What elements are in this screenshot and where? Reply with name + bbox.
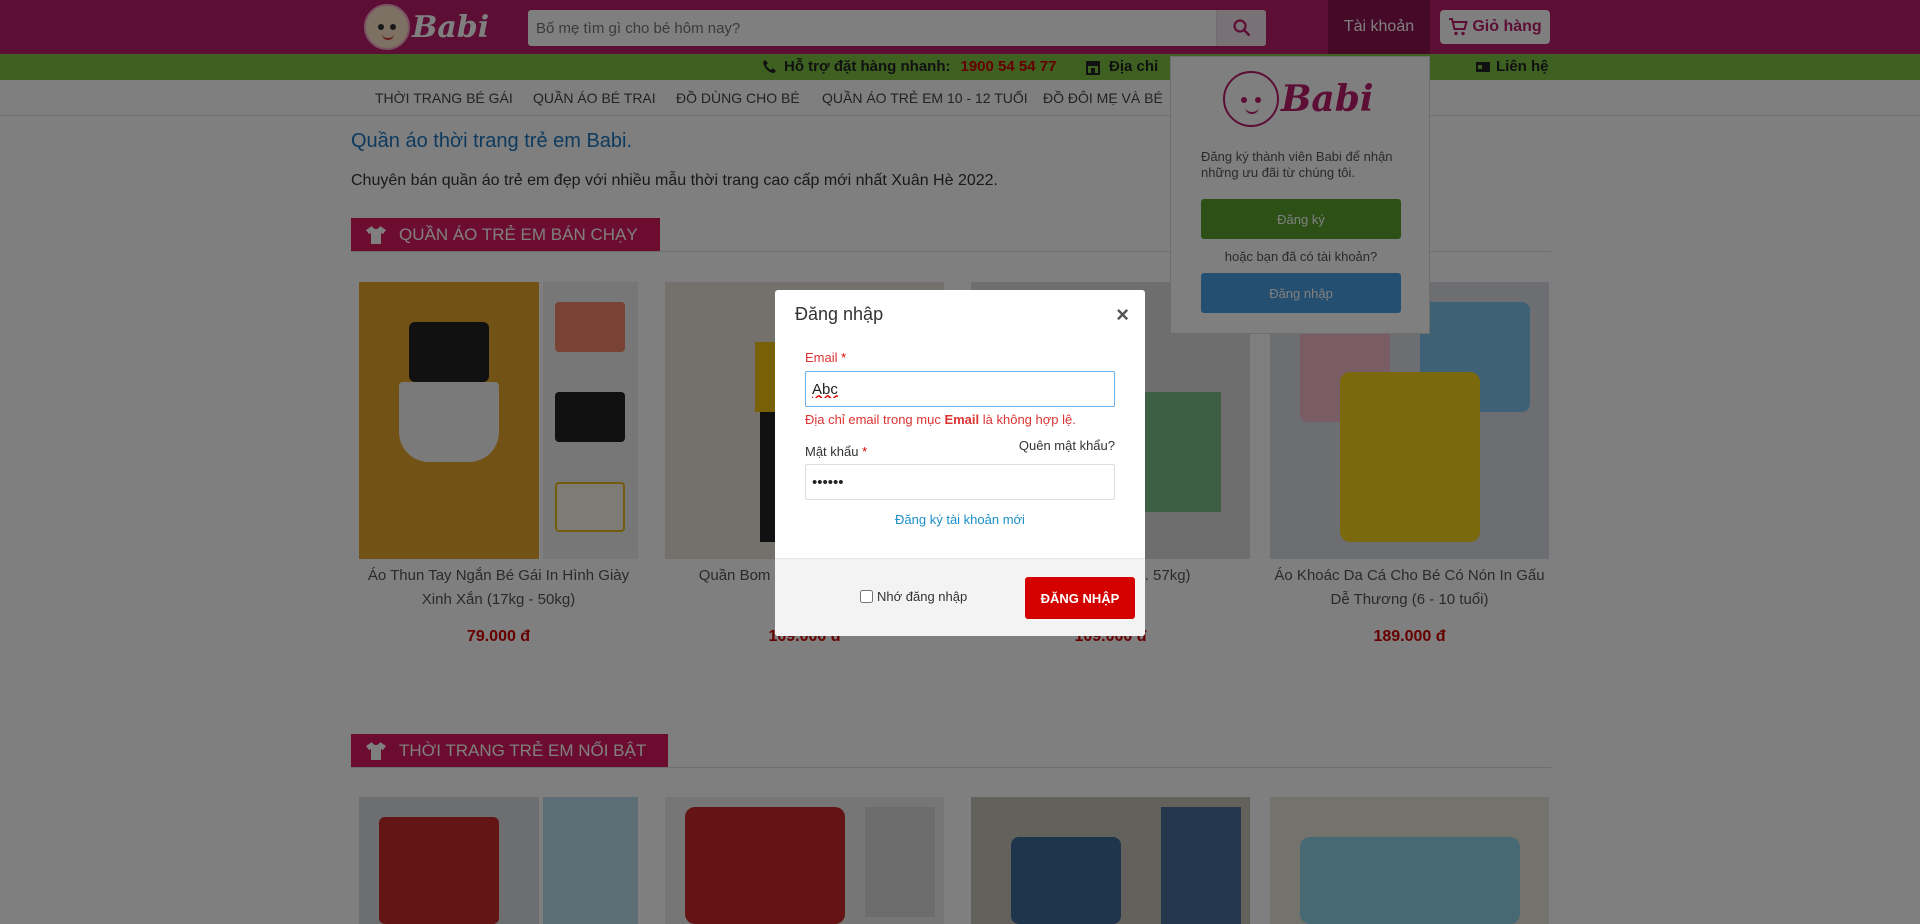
email-error: Địa chỉ email trong mục Email là không h…: [805, 412, 1076, 427]
password-field[interactable]: [805, 464, 1115, 500]
register-link[interactable]: Đăng ký tài khoản mới: [805, 512, 1115, 527]
required-mark: *: [841, 350, 847, 365]
required-mark: *: [862, 444, 868, 459]
error-suffix: là không hợp lệ.: [979, 412, 1076, 427]
modal-title: Đăng nhập: [795, 304, 884, 324]
error-field: Email: [944, 412, 980, 427]
email-label: Email *: [805, 350, 846, 365]
forgot-password-link[interactable]: Quên mật khẩu?: [1019, 438, 1115, 453]
login-modal: Đăng nhập × Email * Địa chỉ email trong …: [775, 290, 1145, 636]
remember-label: Nhớ đăng nhập: [877, 589, 968, 604]
login-submit-button[interactable]: ĐĂNG NHẬP: [1025, 577, 1135, 619]
password-label-text: Mật khẩu: [805, 444, 859, 459]
close-icon[interactable]: ×: [1116, 302, 1129, 328]
remember-checkbox[interactable]: [860, 590, 873, 603]
email-field[interactable]: [805, 371, 1115, 407]
remember-me[interactable]: Nhớ đăng nhập: [860, 589, 967, 604]
error-prefix: Địa chỉ email trong mục: [805, 412, 945, 427]
popup-dim: [1170, 56, 1430, 334]
password-label: Mật khẩu *: [805, 444, 867, 459]
email-label-text: Email: [805, 350, 838, 365]
modal-footer: Nhớ đăng nhập ĐĂNG NHẬP: [775, 558, 1145, 636]
